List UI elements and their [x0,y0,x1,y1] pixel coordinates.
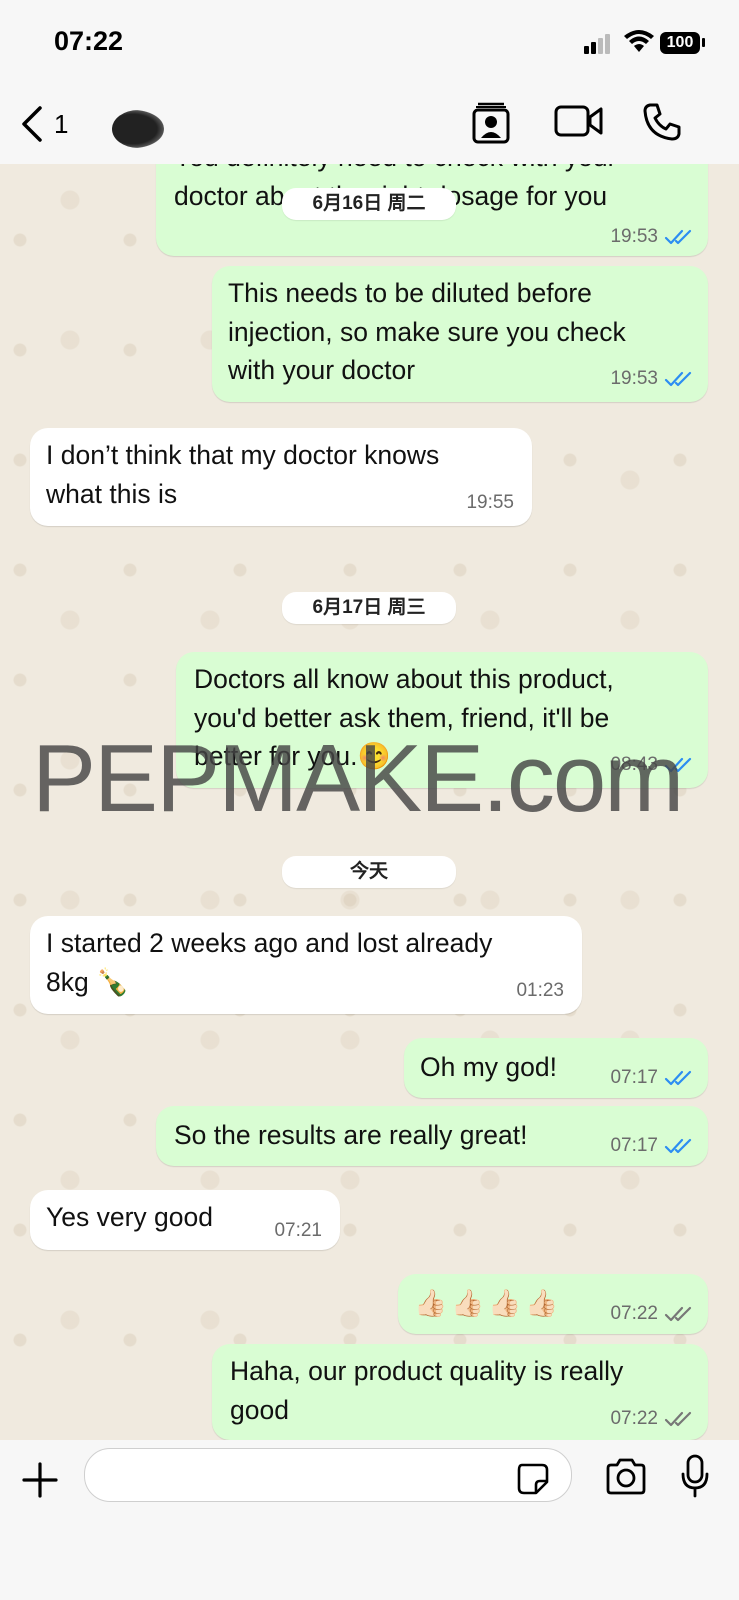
message-input[interactable] [84,1448,572,1502]
message-bubble-incoming[interactable]: I don’t think that my doctor knows what … [30,428,532,526]
delivered-receipt-icon [664,1411,692,1427]
message-meta: 19:53 [610,226,694,248]
message-meta: 01:23 [516,980,564,1002]
message-text: Haha, our product quality is really good [230,1356,624,1425]
message-meta: 07:21 [274,1220,322,1242]
message-bubble-outgoing[interactable]: Oh my god! 07:17 [404,1038,708,1098]
composer-bar [0,1440,739,1600]
message-time: 19:53 [610,368,658,389]
message-text: This needs to be diluted before injectio… [228,278,626,385]
read-receipt-icon [664,1070,692,1086]
chat-header: 1 [0,88,739,164]
message-meta: 07:22 [610,1408,694,1430]
status-time: 07:22 [54,26,124,56]
chevron-left-icon [22,106,42,142]
message-text: I don’t think that my doctor knows what … [46,440,440,509]
message-time: 07:22 [610,1303,658,1324]
message-text: 👍🏻👍🏻👍🏻👍🏻 [414,1288,562,1318]
message-time: 19:55 [466,492,514,513]
message-time: 07:21 [274,1220,322,1241]
watermark-text: PEPMAKE.com [32,725,684,832]
message-bubble-outgoing[interactable]: This needs to be diluted before injectio… [212,266,708,402]
message-time: 07:17 [610,1067,658,1088]
back-button[interactable]: 1 [20,104,68,144]
voice-call-icon[interactable] [642,102,682,142]
date-separator: 6月16日 周二 [282,188,456,220]
message-meta: 19:53 [610,368,694,390]
cellular-signal-icon [584,34,614,54]
message-time: 07:22 [610,1408,658,1429]
message-meta: 07:22 [610,1303,694,1325]
read-receipt-icon [664,229,692,245]
video-call-icon[interactable] [554,104,604,138]
read-receipt-icon [664,1138,692,1154]
message-bubble-incoming[interactable]: I started 2 weeks ago and lost already 8… [30,916,582,1014]
message-meta: 07:17 [610,1135,694,1157]
message-meta: 07:17 [610,1067,694,1089]
microphone-icon[interactable] [680,1454,710,1500]
message-bubble-outgoing[interactable]: Haha, our product quality is really good… [212,1344,708,1440]
read-receipt-icon [664,371,692,387]
message-time: 19:53 [610,226,658,247]
message-time: 07:17 [610,1135,658,1156]
battery-tip [702,38,705,47]
message-text: Yes very good [46,1202,213,1232]
date-separator: 今天 [282,856,456,888]
status-bar: 07:22 100 [0,0,739,88]
plus-icon[interactable] [20,1460,60,1500]
message-text: I started 2 weeks ago and lost already 8… [46,928,493,997]
message-time: 01:23 [516,980,564,1001]
message-meta: 19:55 [466,492,514,514]
wifi-icon [624,30,654,52]
unread-count: 1 [54,108,69,139]
camera-icon[interactable] [604,1458,648,1496]
date-separator: 6月17日 周三 [282,592,456,624]
contact-avatar[interactable] [112,110,164,148]
message-text: So the results are really great! [174,1120,528,1150]
sticker-icon[interactable] [516,1462,550,1496]
battery-icon: 100 [660,32,700,54]
message-bubble-incoming[interactable]: Yes very good 07:21 [30,1190,340,1250]
message-bubble-outgoing[interactable]: So the results are really great! 07:17 [156,1106,708,1166]
message-text: Oh my god! [420,1052,557,1082]
contact-card-icon[interactable] [470,100,512,146]
message-bubble-outgoing[interactable]: 👍🏻👍🏻👍🏻👍🏻 07:22 [398,1274,708,1334]
delivered-receipt-icon [664,1306,692,1322]
